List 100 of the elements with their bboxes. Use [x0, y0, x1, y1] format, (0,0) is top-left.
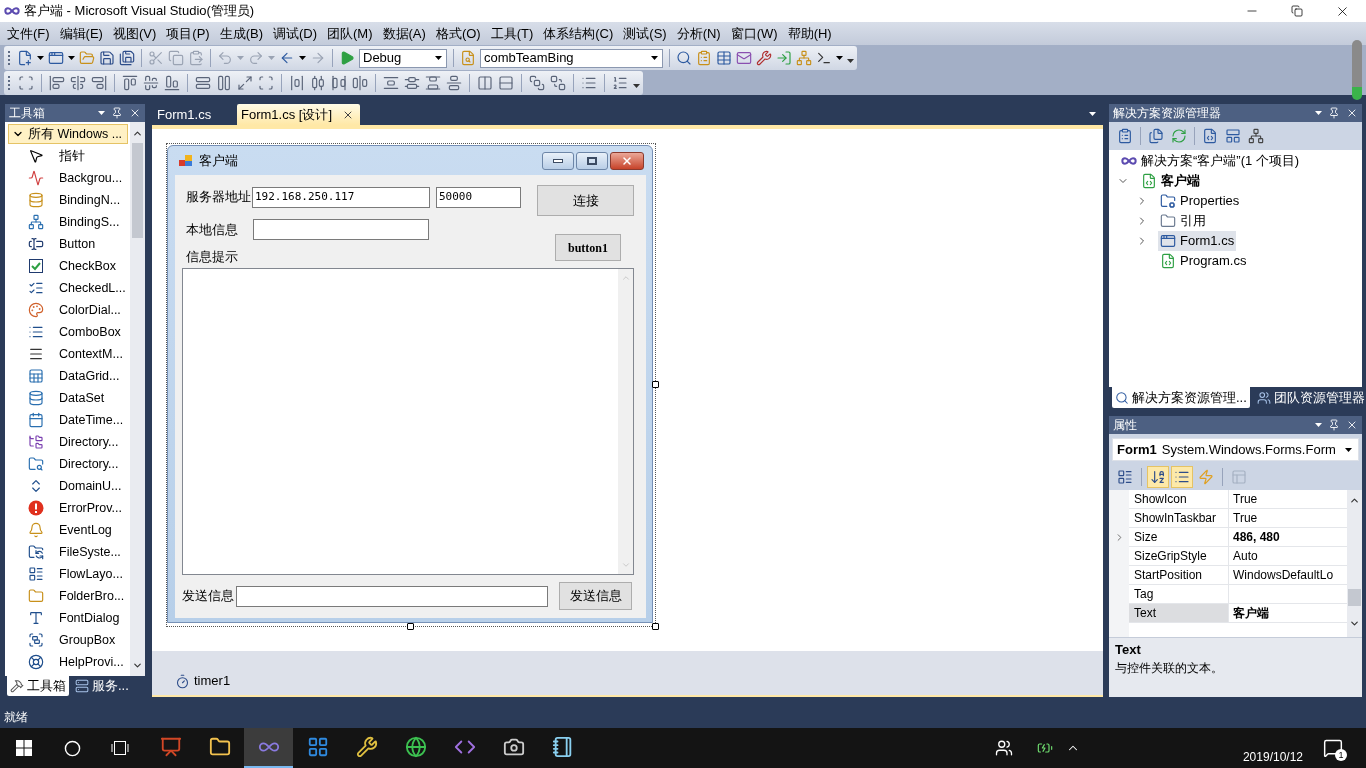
input-field[interactable]: 192.168.250.117 — [252, 187, 430, 208]
configuration-dropdown[interactable]: Debug — [359, 48, 447, 68]
caret-icon[interactable] — [651, 56, 658, 60]
server-icon[interactable] — [75, 679, 89, 693]
grip-handle[interactable] — [8, 50, 11, 66]
toolbox-item[interactable]: CheckBox — [8, 255, 128, 277]
align-top-icon[interactable] — [122, 75, 138, 91]
window-icon[interactable] — [48, 50, 64, 66]
menu-item[interactable]: 项目(P) — [161, 23, 215, 44]
close-button[interactable] — [610, 151, 644, 170]
caret-icon[interactable] — [299, 56, 306, 60]
input-field[interactable]: 50000 — [436, 187, 521, 208]
files-icon[interactable] — [1148, 128, 1164, 144]
property-value[interactable]: WindowsDefaultLo — [1229, 566, 1334, 584]
vertical-distribute-icon[interactable] — [404, 75, 420, 91]
dropdown-icon[interactable] — [98, 111, 105, 115]
property-name[interactable]: Size — [1129, 528, 1229, 547]
menu-item[interactable]: 调试(D) — [268, 23, 323, 44]
clipboard-icon[interactable] — [696, 50, 712, 66]
align-left-icon[interactable] — [49, 75, 65, 91]
tree-item[interactable]: 引用 — [1158, 211, 1208, 231]
search-icon[interactable] — [1115, 390, 1129, 405]
people-icon[interactable] — [994, 739, 1013, 757]
dropdown-icon[interactable] — [1315, 111, 1322, 115]
list-icon[interactable] — [581, 75, 597, 91]
resize-handle[interactable] — [652, 381, 659, 388]
arrow-left-icon[interactable] — [279, 50, 295, 66]
play-icon[interactable] — [339, 50, 355, 66]
layout-icon[interactable] — [1225, 128, 1241, 144]
menu-item[interactable]: 视图(V) — [107, 23, 162, 44]
toolbox-item[interactable]: 指针 — [8, 145, 128, 167]
toolbox-item[interactable]: FileSyste... — [8, 541, 128, 563]
menu-item[interactable]: 格式(O) — [430, 23, 486, 44]
hammer-icon[interactable] — [10, 679, 24, 693]
vertical-space-between-icon[interactable] — [425, 75, 441, 91]
login-icon[interactable] — [776, 50, 792, 66]
caret-icon[interactable] — [37, 56, 44, 60]
table-icon[interactable] — [716, 50, 732, 66]
save-all-icon[interactable] — [119, 50, 135, 66]
maximize-button[interactable] — [576, 151, 608, 170]
property-name[interactable]: ShowIcon — [1129, 490, 1229, 509]
wrench-icon[interactable] — [756, 50, 772, 66]
toolbox-item[interactable]: DateTime... — [8, 409, 128, 431]
dropdown-icon[interactable] — [1315, 423, 1322, 427]
clock-date[interactable]: 2019/10/12 — [1242, 749, 1303, 765]
toolbox-item[interactable]: ColorDial... — [8, 299, 128, 321]
menu-item[interactable]: 文件(F) — [2, 23, 55, 44]
connect-button[interactable]: 连接 — [537, 185, 634, 216]
object-selector[interactable]: Form1 System.Windows.Forms.Form — [1112, 438, 1359, 461]
property-name[interactable]: StartPosition — [1129, 566, 1229, 585]
message-log-field[interactable] — [182, 268, 634, 575]
toolbox-item[interactable]: ContextM... — [8, 343, 128, 365]
caret-icon[interactable] — [68, 56, 75, 60]
panel-tab[interactable]: 团队资源管理器 — [1253, 387, 1366, 408]
restore-icon[interactable] — [1290, 5, 1303, 17]
tree-item[interactable]: Form1.cs — [1158, 231, 1237, 251]
tray-component[interactable]: timer1 — [175, 671, 231, 691]
horizontal-distribute-icon[interactable] — [310, 75, 326, 91]
clipboard-icon[interactable] — [1117, 128, 1133, 144]
pin-icon[interactable] — [111, 107, 123, 119]
caret-icon[interactable] — [435, 56, 442, 60]
property-name[interactable]: Text — [1129, 604, 1229, 623]
scroll-down-icon[interactable] — [132, 660, 143, 671]
send-to-back-icon[interactable] — [550, 75, 566, 91]
tree-item[interactable]: Program.cs — [1158, 251, 1249, 271]
align-center-icon[interactable] — [70, 75, 86, 91]
tree-item[interactable]: 解决方案“客户端”(1 个项目) — [1119, 151, 1302, 171]
property-name[interactable]: SizeGripStyle — [1129, 547, 1229, 566]
menu-item[interactable]: 生成(B) — [214, 23, 268, 44]
align-bottom-icon[interactable] — [164, 75, 180, 91]
menu-item[interactable]: 编辑(E) — [54, 23, 108, 44]
two-rows-icon[interactable] — [498, 75, 514, 91]
dropdown-icon[interactable] — [1089, 112, 1096, 116]
close-icon[interactable] — [1346, 419, 1358, 431]
vertical-justify-icon[interactable] — [446, 75, 462, 91]
toolbox-item[interactable]: Directory... — [8, 431, 128, 453]
input-field[interactable] — [253, 219, 429, 240]
toolbox-item[interactable]: EventLog — [8, 519, 128, 541]
terminal-icon[interactable] — [816, 50, 832, 66]
horizontal-space-between-icon[interactable] — [331, 75, 347, 91]
scroll-thumb[interactable] — [132, 143, 143, 238]
toolbox-item[interactable]: ComboBox — [8, 321, 128, 343]
minimize-button[interactable] — [542, 151, 574, 170]
property-name[interactable]: Tag — [1129, 585, 1229, 604]
toolbox-item[interactable]: CheckedL... — [8, 277, 128, 299]
toolbox-group-header[interactable]: 所有 Windows ... — [8, 124, 128, 144]
document-tab[interactable]: Form1.cs — [152, 104, 235, 125]
horizontal-justify-icon[interactable] — [352, 75, 368, 91]
menu-item[interactable]: 体系结构(C) — [538, 23, 619, 44]
caret-icon[interactable] — [1345, 447, 1352, 452]
form-button[interactable]: button1 — [555, 234, 621, 261]
vertical-bars-icon[interactable] — [216, 75, 232, 91]
tree-item[interactable]: 客户端 — [1139, 171, 1202, 191]
resize-handle[interactable] — [652, 623, 659, 630]
panel-tab[interactable]: 工具箱 — [7, 676, 69, 696]
menu-item[interactable]: 数据(A) — [377, 23, 431, 44]
mail-icon[interactable] — [736, 50, 752, 66]
scroll-down-icon[interactable] — [1349, 618, 1360, 629]
property-value[interactable]: True — [1229, 490, 1258, 508]
toolbox-item[interactable]: BindingN... — [8, 189, 128, 211]
